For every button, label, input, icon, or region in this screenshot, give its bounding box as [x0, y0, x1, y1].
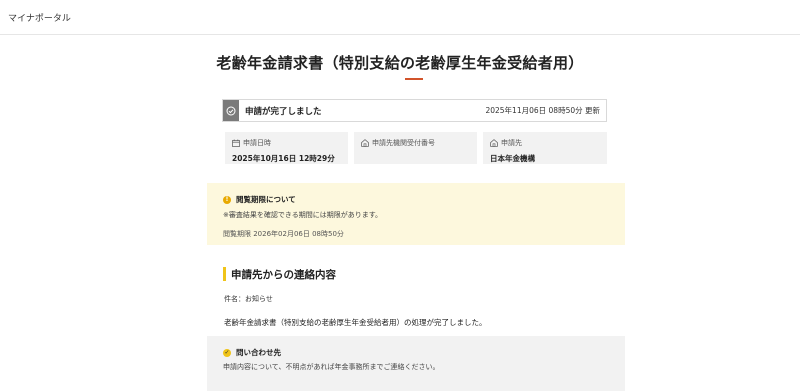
notice-text: ※審査結果を確認できる期間には期限があります。 [223, 211, 383, 219]
exclamation-icon: ! [223, 195, 231, 204]
building-icon [361, 139, 369, 147]
page-title: 老齢年金請求書（特別支給の老齢厚生年金受給者用） [216, 54, 584, 72]
section-title: 申請先からの連絡内容 [231, 269, 336, 281]
viewing-deadline-notice: ! 閲覧期限について ※審査結果を確認できる期間には期限があります。 閲覧期限 … [207, 183, 625, 245]
inquiry-box: ✓ 問い合わせ先 申請内容について、不明点があれば年金事務所までご連絡ください。 [207, 336, 625, 391]
notice-heading: 閲覧期限について [236, 195, 296, 204]
check-icon: ✓ [223, 348, 231, 357]
info-card-reception-number: 申請先機関受付番号 [354, 132, 477, 164]
message-subject: 件名：お知らせ [224, 295, 273, 303]
top-bar: マイナポータル [0, 0, 800, 35]
status-box: 申請が完了しました 2025年11月06日 08時50分 更新 [222, 99, 607, 122]
info-label-destination: 申請先 [501, 139, 522, 147]
inquiry-text: 申請内容について、不明点があれば年金事務所までご連絡ください。 [223, 363, 440, 371]
status-label: 申請が完了しました [245, 107, 322, 117]
info-value-application-date: 2025年10月16日 12時29分 [232, 154, 335, 163]
info-card-destination: 申請先 日本年金機構 [483, 132, 607, 164]
title-underline [405, 78, 423, 80]
info-value-destination: 日本年金機構 [490, 154, 535, 163]
calendar-icon [232, 139, 240, 147]
inquiry-heading: 問い合わせ先 [236, 348, 281, 357]
status-icon-container [223, 100, 239, 121]
notice-deadline: 閲覧期限 2026年02月06日 08時50分 [223, 230, 344, 238]
brand-logo[interactable]: マイナポータル [8, 11, 71, 24]
info-label-reception-number: 申請先機関受付番号 [372, 139, 435, 147]
section-accent-bar [223, 267, 226, 281]
building-icon [490, 139, 498, 147]
info-label-application-date: 申請日時 [243, 139, 271, 147]
message-body: 老齢年金請求書（特別支給の老齢厚生年金受給者用）の処理が完了しました。 [224, 318, 487, 327]
check-circle-icon [226, 106, 236, 115]
info-card-application-date: 申請日時 2025年10月16日 12時29分 [225, 132, 348, 164]
status-updated-time: 2025年11月06日 08時50分 更新 [485, 106, 600, 115]
